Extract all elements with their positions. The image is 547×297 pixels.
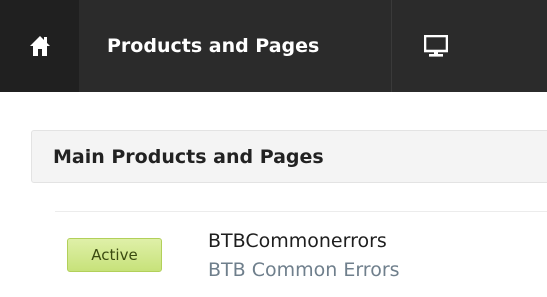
home-icon [29, 36, 50, 56]
section-header: Main Products and Pages [31, 130, 547, 183]
monitor-icon [424, 35, 448, 57]
product-name-link[interactable]: BTBCommonerrors [208, 230, 387, 252]
home-button[interactable] [0, 0, 79, 92]
product-subtitle: BTB Common Errors [208, 259, 400, 281]
products-and-pages-link[interactable]: Products and Pages [79, 0, 391, 92]
divider [55, 211, 547, 212]
top-navigation-bar: Products and Pages [0, 0, 547, 92]
preview-button[interactable] [391, 0, 480, 92]
section-title: Main Products and Pages [53, 145, 324, 168]
status-badge: Active [67, 238, 162, 272]
